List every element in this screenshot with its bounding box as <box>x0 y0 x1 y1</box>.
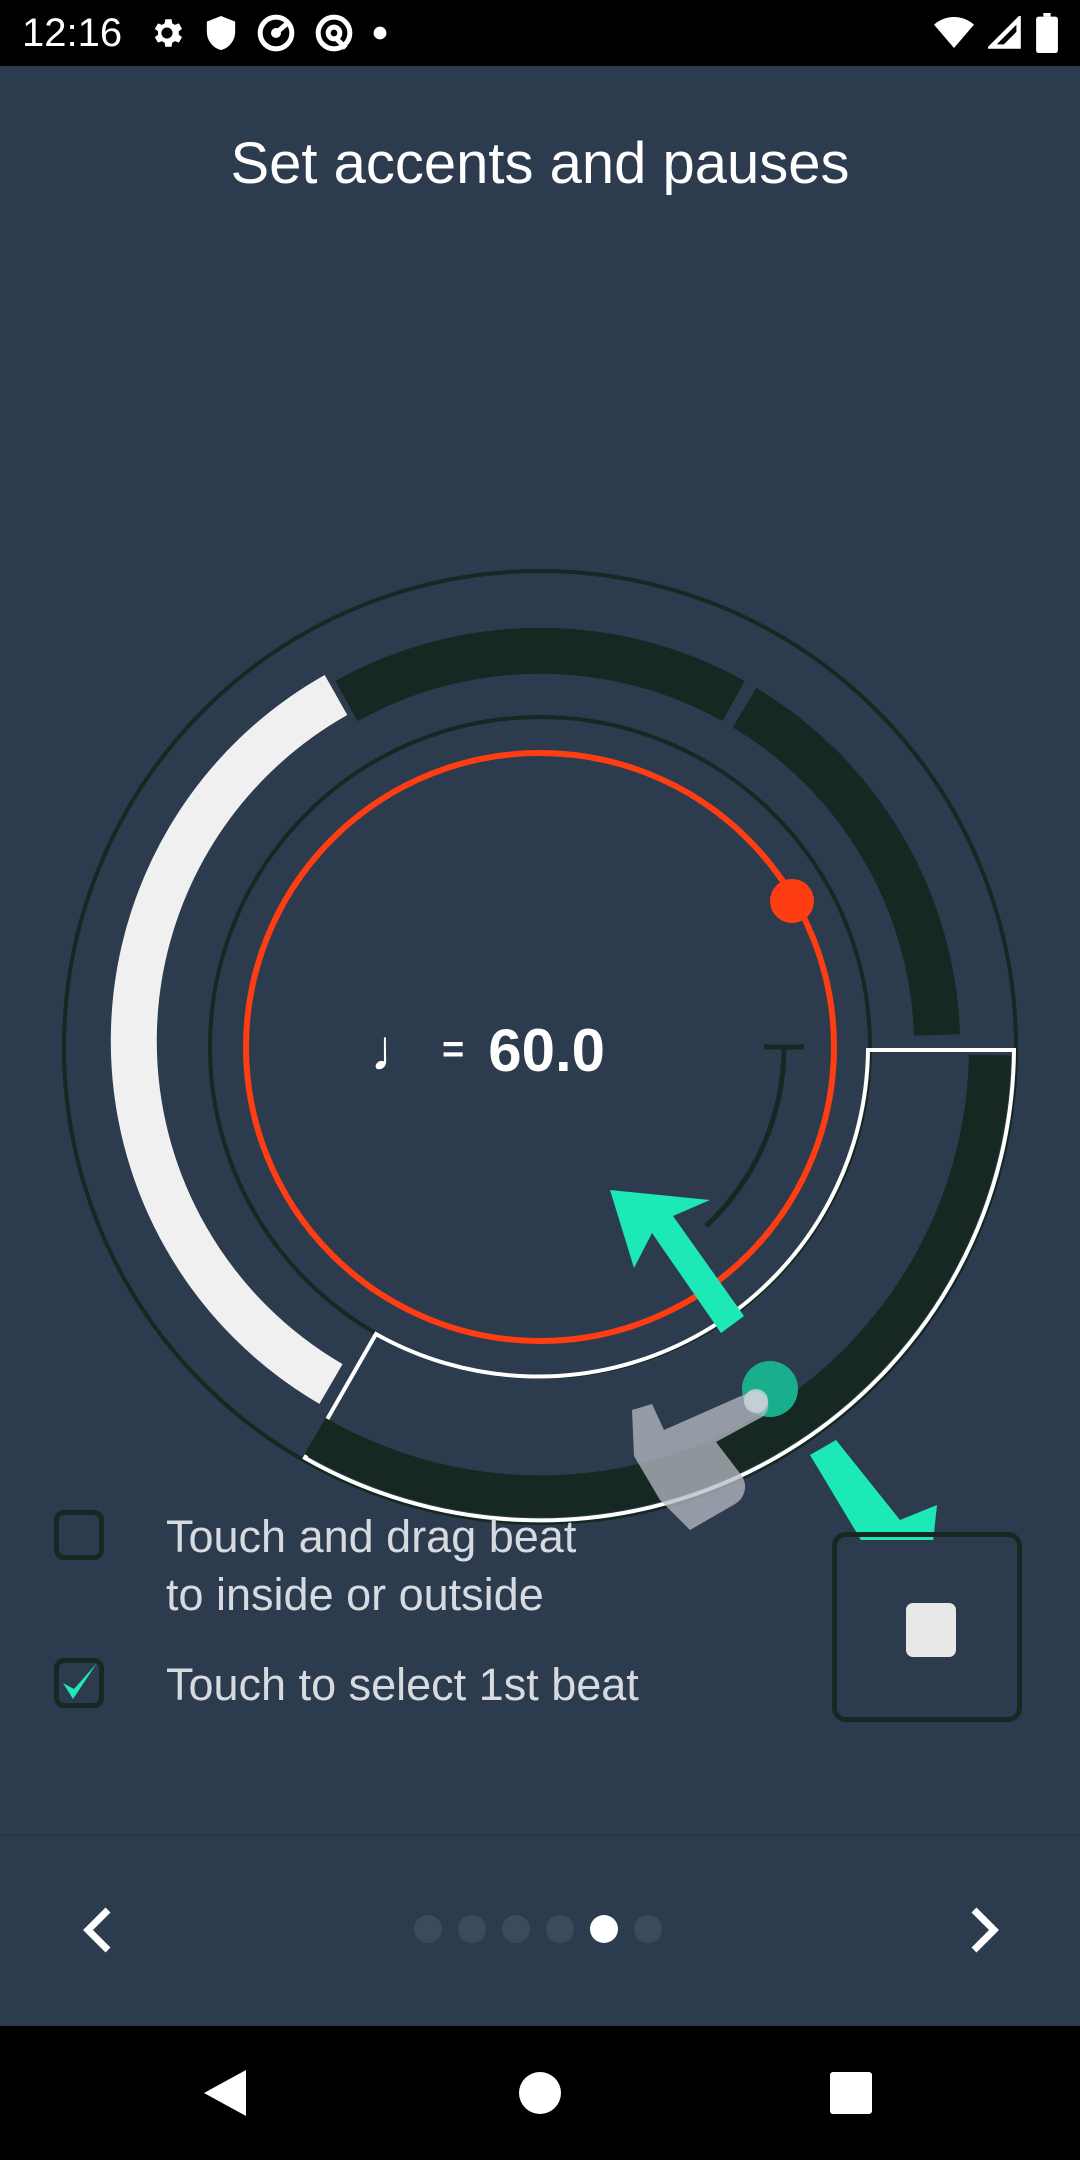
status-icons-left <box>148 12 388 54</box>
page-dot-3 <box>502 1915 530 1943</box>
tempo-display[interactable]: ♩ = 60.0 <box>370 1010 605 1090</box>
divider <box>0 1834 1080 1836</box>
home-button[interactable] <box>518 2071 562 2115</box>
tempo-value: 60.0 <box>488 1016 605 1084</box>
page-dot-1 <box>414 1915 442 1943</box>
page-indicator <box>414 1915 662 1943</box>
status-bar: 12:16 <box>0 0 1080 66</box>
cell-signal-icon <box>988 16 1021 49</box>
gear-icon <box>154 19 183 47</box>
tip-text: Touch and drag beat to inside or outside <box>166 1511 577 1620</box>
page-dot-4 <box>546 1915 574 1943</box>
select-first-beat-arrow-icon <box>810 1440 937 1540</box>
tip-checkbox-unchecked <box>54 1510 104 1560</box>
tempo-ring-handle[interactable] <box>770 879 814 923</box>
status-icons-right <box>934 12 1058 54</box>
chevron-right-icon <box>971 1907 999 1953</box>
tip-checkbox-checked <box>54 1658 104 1708</box>
back-button[interactable] <box>202 2068 248 2118</box>
status-time: 12:16 <box>22 11 123 55</box>
tip-item: Touch and drag beat to inside or outside <box>54 1508 774 1624</box>
dot-icon <box>373 26 387 40</box>
page-dot-6 <box>634 1915 662 1943</box>
stop-button[interactable] <box>832 1532 1022 1722</box>
tips-list: Touch and drag beat to inside or outside… <box>54 1508 774 1714</box>
stop-icon <box>906 1603 956 1657</box>
next-page-button[interactable] <box>952 1900 1012 1960</box>
chevron-left-icon <box>83 1907 111 1953</box>
shield-icon <box>206 16 236 50</box>
previous-page-button[interactable] <box>70 1900 130 1960</box>
system-nav-bar <box>0 2026 1080 2160</box>
wifi-icon <box>934 17 974 48</box>
tip-item: Touch to select 1st beat <box>54 1656 774 1714</box>
checkmark-icon <box>63 1663 97 1699</box>
page-dot-2 <box>458 1915 486 1943</box>
tip-text: Touch to select 1st beat <box>166 1659 639 1710</box>
recents-button[interactable] <box>830 2072 872 2114</box>
inner-beat-indicator <box>704 1046 787 1228</box>
at-sign-icon <box>315 14 353 52</box>
back-triangle-icon <box>204 2070 246 2116</box>
home-circle-icon <box>519 2072 561 2114</box>
page-dot-5-active <box>590 1915 618 1943</box>
quarter-note-icon: ♩ <box>370 1017 428 1083</box>
tempo-equals: = <box>442 1028 465 1071</box>
recents-square-icon <box>830 2072 872 2114</box>
speedometer-icon <box>257 14 295 52</box>
beat-segment-top[interactable] <box>335 627 745 722</box>
drag-inward-arrow-icon <box>610 1190 744 1333</box>
page-title: Set accents and pauses <box>230 131 850 196</box>
battery-icon <box>1036 13 1058 53</box>
